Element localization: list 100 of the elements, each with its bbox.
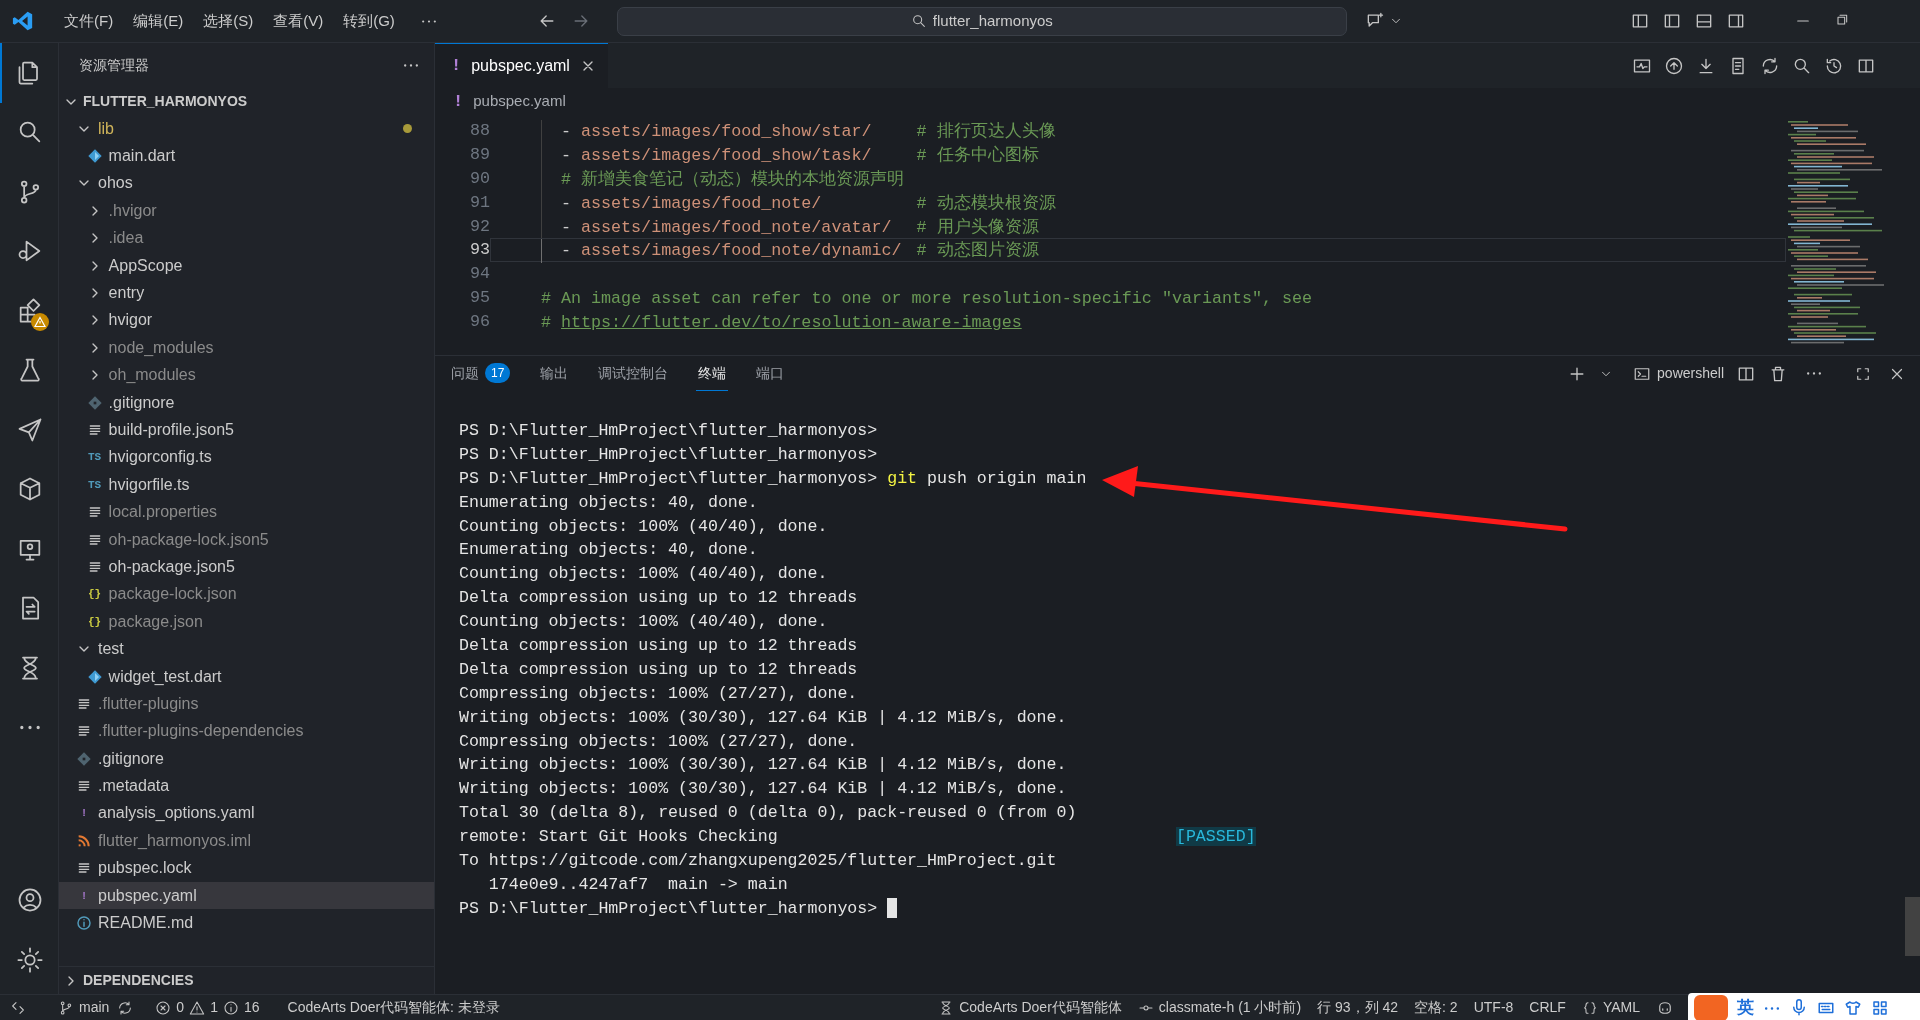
code-token: -: [561, 217, 572, 237]
terminal-line: PS D:\Flutter_HmProject\flutter_harmonyos>: [459, 443, 879, 466]
panel-tab[interactable]: 问题 17: [449, 356, 513, 391]
tree-item[interactable]: hvigor: [59, 306, 434, 335]
tree-item[interactable]: test: [59, 635, 434, 663]
menu-item[interactable]: 查看(V): [263, 6, 334, 36]
editor-tab[interactable]: ! pubspec.yaml: [435, 43, 608, 88]
menu-item[interactable]: 文件(F): [54, 6, 124, 36]
status-item[interactable]: CodeArts Doer代码智能体: [930, 997, 1130, 1018]
menu-item[interactable]: 转到(G): [333, 6, 405, 36]
code-comment: # 新增美食笔记（动态）模块的本地资源声明: [561, 169, 905, 189]
terminal-line: 174e0e9..4247af7 main -> main: [487, 873, 789, 896]
tree-item[interactable]: .gitignore: [59, 745, 434, 773]
code-comment: # 用户头像资源: [916, 217, 1039, 237]
terminal-line: Enumerating objects: 40, done.: [459, 491, 759, 514]
tree-item[interactable]: {} package-lock.json: [59, 580, 434, 609]
search-field[interactable]: flutter_harmonyos: [616, 6, 1347, 36]
search-icon: [910, 13, 927, 29]
tree-item[interactable]: .metadata: [59, 772, 434, 800]
menu-item[interactable]: 选择(S): [193, 6, 264, 36]
code-link[interactable]: https://flutter.dev/to/resolution-aware-images: [561, 313, 1022, 333]
ime-mode[interactable]: 英: [1737, 995, 1754, 1020]
tree-item[interactable]: build-profile.json5: [59, 416, 434, 444]
terminal-line: Writing objects: 100% (30/30), 127.64 KiB | 4.12 MiB/s, done.: [459, 778, 1068, 801]
panel-tab[interactable]: 输出: [538, 356, 571, 391]
terminal-line: Delta compression using up to 12 threads: [459, 658, 859, 681]
restore-icon[interactable]: [1834, 12, 1850, 28]
remote-icon[interactable]: [10, 999, 26, 1016]
tree-item[interactable]: node_modules: [59, 334, 434, 362]
braces-icon: [1581, 999, 1598, 1016]
status-item[interactable]: classmate-h (1 小时前): [1129, 997, 1310, 1018]
terminal-line: Enumerating objects: 40, done.: [459, 539, 759, 562]
tree-item[interactable]: entry: [59, 279, 434, 307]
tree-item[interactable]: .gitignore: [59, 388, 434, 417]
tree-item[interactable]: flutter_harmonyos.iml: [59, 827, 434, 855]
warning-icon: [189, 999, 206, 1016]
code-comment: # 动态模块根资源: [916, 193, 1056, 213]
tree-item[interactable]: ! pubspec.yaml: [59, 881, 434, 910]
error-icon: [155, 999, 172, 1016]
line-number: 92: [468, 215, 490, 238]
panel-tab[interactable]: 调试控制台: [596, 356, 671, 391]
panel-tab[interactable]: 终端: [696, 356, 729, 391]
tree-item[interactable]: oh-package.json5: [59, 553, 434, 581]
settings-icon[interactable]: [16, 946, 44, 974]
tree-item[interactable]: README.md: [59, 909, 434, 937]
grid-icon[interactable]: [1871, 999, 1889, 1017]
terminal-line: Counting objects: 100% (40/40), done.: [459, 515, 829, 538]
tree-item[interactable]: local.properties: [59, 498, 434, 526]
problems-item[interactable]: 0 1 16: [147, 997, 268, 1018]
sync-icon[interactable]: [1760, 55, 1780, 76]
tree-item[interactable]: AppScope: [59, 251, 434, 280]
microphone-icon[interactable]: [1790, 999, 1808, 1017]
terminal-line: PS D:\Flutter_HmProject\flutter_harmonyos>: [459, 420, 879, 442]
tree-item[interactable]: TS hvigorconfig.ts: [59, 443, 434, 472]
status-item[interactable]: CodeArts Doer代码智能体: 未登录: [279, 997, 508, 1018]
status-item[interactable]: UTF-8: [1465, 997, 1522, 1018]
tree-item[interactable]: main.dart: [59, 142, 434, 170]
breadcrumb[interactable]: ! pubspec.yaml: [435, 88, 1920, 115]
tree-item[interactable]: .flutter-plugins: [59, 690, 434, 718]
tree-item[interactable]: .flutter-plugins-dependencies: [59, 717, 434, 745]
account-icon[interactable]: [16, 886, 44, 914]
ts-icon: TS: [88, 476, 102, 493]
sync-icon[interactable]: [117, 999, 134, 1016]
status-item[interactable]: 空格: 2: [1406, 997, 1466, 1018]
tree-item[interactable]: oh_modules: [59, 361, 434, 389]
punctuation-icon[interactable]: [1763, 1005, 1781, 1011]
code-comment: # 任务中心图标: [916, 145, 1039, 165]
more-icon[interactable]: [402, 63, 420, 68]
tree-item[interactable]: TS hvigorfile.ts: [59, 471, 434, 499]
more-icon[interactable]: [1804, 371, 1824, 376]
tree-item[interactable]: ! analysis_options.yaml: [59, 799, 434, 828]
status-item[interactable]: YAML: [1573, 997, 1648, 1018]
info-icon: [76, 915, 92, 931]
panel-tab[interactable]: 端口: [754, 356, 787, 391]
upload-icon[interactable]: [1664, 55, 1684, 76]
shirt-icon[interactable]: [1844, 999, 1862, 1017]
tree-item[interactable]: lib: [59, 115, 434, 143]
terminal-line: Total 30 (delta 8), reused 0 (delta 0), pack-reused 0 (from 0): [459, 802, 1078, 825]
exclamation-icon: !: [453, 88, 464, 115]
tree-item[interactable]: .idea: [59, 224, 434, 252]
tree-item[interactable]: oh-package-lock.json5: [59, 525, 434, 554]
folder-header[interactable]: FLUTTER_HARMONYOS: [59, 88, 434, 115]
tree-item[interactable]: {} package.json: [59, 608, 434, 636]
terminal-selector[interactable]: powershell: [1633, 363, 1724, 384]
scrollbar-thumb[interactable]: [1905, 897, 1920, 956]
status-item[interactable]: CRLF: [1521, 997, 1574, 1018]
terminal-line: remote: Start Git Hooks Checking: [459, 827, 778, 847]
tree-item[interactable]: ohos: [59, 169, 434, 198]
terminal-line: Writing objects: 100% (30/30), 127.64 KiB | 4.12 MiB/s, done.: [459, 706, 1068, 729]
branch-item[interactable]: main: [50, 997, 118, 1018]
menu-item[interactable]: 编辑(E): [123, 6, 194, 36]
code-token: -: [561, 193, 572, 213]
status-tag: [PASSED]: [1175, 827, 1256, 847]
tree-item[interactable]: widget_test.dart: [59, 662, 434, 691]
tree-item[interactable]: pubspec.lock: [59, 854, 434, 882]
code-comment: #: [541, 313, 551, 333]
code-token: -: [561, 122, 572, 141]
status-item[interactable]: 行 93，列 42: [1309, 997, 1407, 1018]
tree-item[interactable]: .hvigor: [59, 197, 434, 225]
braces-icon: {}: [88, 613, 102, 630]
